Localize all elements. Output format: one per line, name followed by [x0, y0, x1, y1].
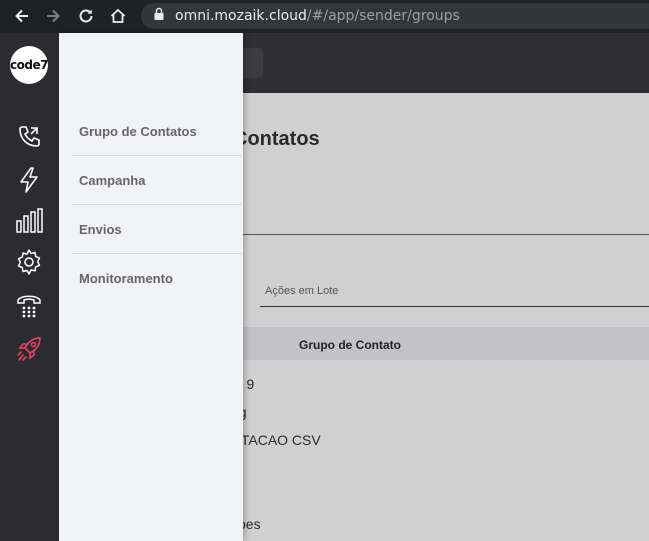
navigation-drawer: Grupo de Contatos Campanha Envios Monito… [59, 33, 243, 541]
menu-item-grupo-de-contatos[interactable]: Grupo de Contatos [72, 107, 242, 156]
logo-text: code7 [10, 58, 48, 72]
menu-item-label: Grupo de Contatos [79, 123, 197, 139]
back-icon[interactable] [11, 5, 33, 27]
url-text: omni.mozaik.cloud/#/app/sender/groups [175, 8, 460, 24]
gear-icon[interactable] [15, 248, 43, 276]
bulk-actions-label: Ações em Lote [265, 285, 339, 297]
lock-icon [153, 7, 165, 26]
url-host: omni.mozaik.cloud [175, 8, 307, 24]
menu-item-campanha[interactable]: Campanha [72, 156, 242, 205]
search-input[interactable] [229, 203, 649, 235]
forward-icon[interactable] [42, 5, 64, 27]
browser-toolbar: omni.mozaik.cloud/#/app/sender/groups [0, 0, 649, 33]
table-row[interactable]: RTACAO CSV [231, 432, 321, 448]
reload-icon[interactable] [75, 5, 97, 27]
app-logo[interactable]: code7 [10, 46, 48, 84]
menu-item-envios[interactable]: Envios [72, 205, 242, 254]
bar-chart-icon[interactable] [15, 207, 43, 235]
url-path: /#/app/sender/groups [306, 8, 460, 24]
lightning-icon[interactable] [15, 166, 43, 194]
phone-transfer-icon[interactable] [15, 123, 43, 151]
table-header [229, 327, 649, 360]
menu-item-label: Campanha [79, 172, 146, 188]
telephone-icon[interactable] [15, 291, 43, 319]
address-bar[interactable]: omni.mozaik.cloud/#/app/sender/groups [141, 3, 649, 29]
menu-item-label: Envios [79, 221, 122, 237]
menu-item-monitoramento[interactable]: Monitoramento [72, 254, 242, 303]
page-title: Contatos [233, 128, 320, 150]
menu-item-label: Monitoramento [79, 271, 173, 286]
table-header-label: Grupo de Contato [299, 338, 401, 352]
rocket-icon[interactable] [15, 335, 43, 363]
app-sidebar: code7 [0, 33, 59, 541]
home-icon[interactable] [107, 5, 129, 27]
